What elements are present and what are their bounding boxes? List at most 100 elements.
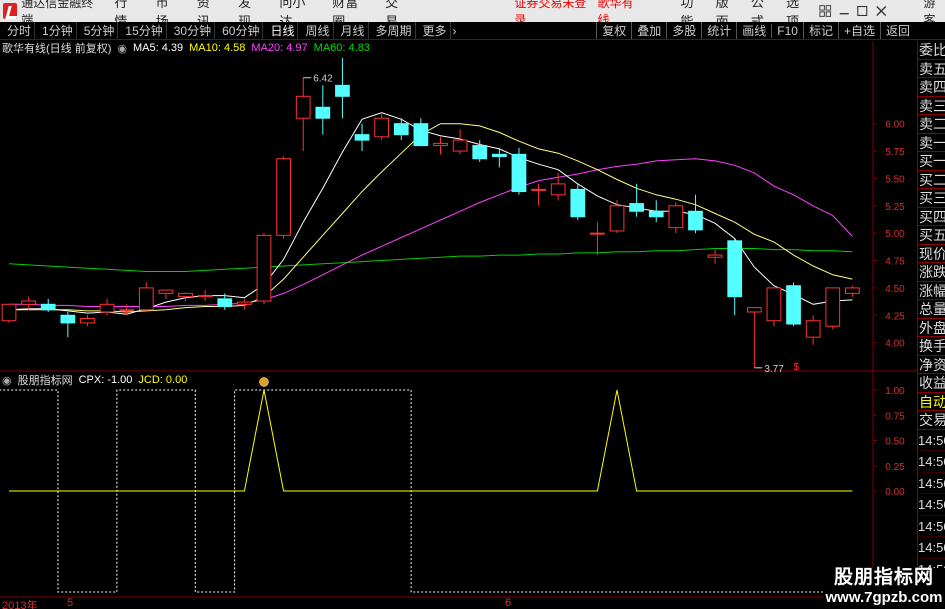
quote-field-12: 涨跌 [918, 264, 945, 282]
trade-field-1[interactable]: 交易 [918, 411, 945, 430]
ma5-line [8, 112, 853, 315]
candle-body [354, 134, 370, 141]
period-tick[interactable]: 分时 [4, 22, 36, 39]
candle-body [158, 289, 174, 294]
quote-field-3: 卖三 [918, 97, 945, 115]
candle-body [707, 254, 723, 258]
candle-body [531, 188, 546, 191]
indicator-info: ◉ 股朋指标网 CPX: -1.00 JCD: 0.00 [0, 373, 193, 387]
title-bar: 通达信金融终端 行情 市场 资讯 发现 问小达 财富圈 交易 证券交易未登录 歌… [0, 0, 945, 29]
grid-icon[interactable] [819, 4, 832, 18]
candle-32 [629, 183, 645, 217]
candle-body [276, 158, 291, 236]
tool-add-watchlist[interactable]: +自选 [837, 22, 880, 39]
candle-body [570, 188, 586, 218]
tool-back[interactable]: 返回 [879, 22, 915, 39]
kline-chart[interactable]: 6.00 5.75 5.50 5.25 5.00 4.75 4.50 4.25 4.00 1.00… [0, 41, 945, 609]
period-5min[interactable]: 5分钟 [81, 22, 119, 39]
price-label-1: 5.75 [885, 147, 905, 158]
quote-field-16: 换手 [918, 338, 945, 356]
jcd-line [9, 389, 853, 492]
tool-f10[interactable]: F10 [771, 23, 803, 38]
tool-overlay[interactable]: 叠加 [631, 22, 666, 39]
tool-mark[interactable]: 标记 [802, 22, 838, 39]
ma20-line [9, 158, 853, 307]
price-label-3: 5.25 [885, 202, 905, 213]
candle-19 [374, 112, 390, 141]
ma60-line [8, 248, 853, 272]
indicator-label-0: 1.00 [885, 386, 905, 397]
period-1min[interactable]: 1分钟 [39, 22, 77, 39]
quote-field-5: 卖一 [918, 134, 945, 152]
indicator-label-1: 0.75 [885, 411, 905, 422]
period-60min[interactable]: 60分钟 [219, 22, 264, 39]
period-more[interactable]: 更多 [420, 22, 451, 39]
tool-restore-rights[interactable]: 复权 [596, 22, 631, 39]
period-30min[interactable]: 30分钟 [171, 22, 216, 39]
period-weekly[interactable]: 周线 [302, 22, 334, 39]
maximize-icon[interactable] [856, 4, 869, 18]
candle-1 [21, 296, 36, 310]
tool-multi-stock[interactable]: 多股 [666, 22, 701, 39]
tick-time-5: 14:56 [918, 537, 945, 559]
candle-body [727, 240, 743, 298]
tool-draw-line[interactable]: 画线 [736, 22, 771, 39]
candle-body [648, 210, 664, 218]
watermark: 股朋指标网 www.7gpzb.com [823, 568, 945, 609]
ma10-line [9, 123, 853, 313]
candle-29 [570, 183, 586, 221]
period-daily[interactable]: 日线 [267, 22, 299, 39]
ma60-value: MA60: 4.83 [313, 42, 370, 54]
candle-22 [433, 136, 448, 155]
candle-39 [766, 287, 782, 327]
candle-body [746, 307, 762, 313]
price-label-0: 6.00 [885, 120, 905, 131]
indicator-label-2: 0.50 [885, 437, 905, 448]
trade-field-0[interactable]: 自动 [918, 393, 945, 411]
candle-body [335, 84, 350, 97]
period-15min[interactable]: 15分钟 [122, 22, 167, 39]
quote-field-1: 卖五 [918, 60, 945, 78]
tool-statistics[interactable]: 统计 [701, 22, 736, 39]
tick-time-0: 14:56 [918, 430, 945, 451]
watermark-url: www.7gpzb.com [825, 589, 943, 606]
period-monthly[interactable]: 月线 [338, 22, 369, 39]
candle-body [825, 287, 841, 327]
low-marker-label: 3.77 [764, 364, 784, 375]
price-label-8: 4.00 [885, 339, 905, 350]
indicator-settings-icon[interactable]: ◉ [2, 374, 12, 387]
coin-signal-icon [259, 377, 269, 387]
minimize-icon[interactable] [838, 4, 851, 18]
quote-field-4: 卖二 [918, 116, 945, 134]
candle-27 [531, 183, 546, 206]
candle-21 [413, 118, 429, 147]
candle-body [688, 210, 703, 231]
period-multi[interactable]: 多周期 [373, 22, 416, 39]
candle-body [295, 95, 311, 119]
candle-body [256, 234, 272, 302]
candle-body [60, 314, 76, 324]
candle-14 [276, 156, 291, 239]
candle-body [786, 285, 801, 325]
candle-body [609, 205, 625, 232]
candle-10 [197, 290, 213, 302]
date-month-6: 6 [505, 597, 512, 609]
close-icon[interactable] [875, 4, 888, 18]
candle-body [668, 205, 684, 229]
tick-time-4: 14:56 [918, 516, 945, 537]
candle-30 [590, 222, 605, 256]
settings-icon[interactable]: ◉ [117, 42, 127, 55]
dollar-signal-marker: $ [794, 362, 800, 373]
quote-field-9: 买四 [918, 208, 945, 226]
main-chart-info: 歌华有线(日线 前复权) ◉ MA5: 4.39 MA10: 4.58 MA20… [0, 41, 376, 55]
candle-body [413, 123, 429, 147]
candle-28 [550, 172, 566, 201]
candle-body [452, 139, 468, 152]
tick-time-3: 14:56 [918, 494, 945, 516]
candle-body [590, 232, 605, 235]
quote-field-11: 现价 [918, 245, 945, 263]
quote-side-panel: 委比 卖五 卖四 卖三 卖二 卖一 买一 买二 买三 买四 买五 现价 涨跌 涨幅 总量 外盘 换手 净资 收益 自动… [917, 41, 945, 609]
chevron-right-icon[interactable]: › [453, 24, 457, 38]
quote-field-13: 涨幅 [918, 282, 945, 300]
candle-body [374, 117, 390, 138]
